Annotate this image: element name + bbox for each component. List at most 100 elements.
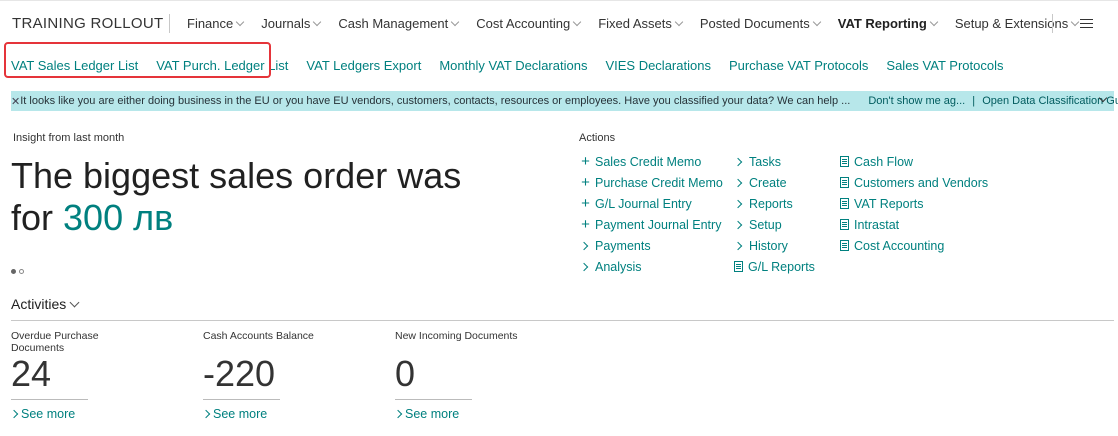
action-payments[interactable]: Payments [579, 235, 723, 256]
action-customers-and-vendors[interactable]: Customers and Vendors [839, 172, 988, 193]
chevron-right-icon [9, 409, 19, 419]
chevron-down-icon [572, 17, 582, 26]
action-cost-accounting[interactable]: Cost Accounting [839, 235, 988, 256]
menu-fixed-assets[interactable]: Fixed Assets [589, 16, 691, 31]
see-more-label: See more [405, 407, 460, 421]
tile-value[interactable]: -220 [203, 354, 275, 394]
see-more-link[interactable]: See more [393, 407, 460, 421]
action-label: G/L Journal Entry [595, 196, 692, 211]
action-gl-reports[interactable]: G/L Reports [733, 256, 815, 277]
see-more-link[interactable]: See more [201, 407, 268, 421]
menu-finance[interactable]: Finance [178, 16, 252, 31]
chevron-right-icon [393, 409, 403, 419]
tile-label: Cash Accounts Balance [203, 330, 314, 342]
plus-icon: + [581, 152, 590, 170]
carousel-dots [11, 269, 24, 274]
action-gl-journal-entry[interactable]: + G/L Journal Entry [579, 193, 723, 214]
chevron-right-icon [733, 178, 743, 187]
chevron-down-icon [929, 17, 939, 26]
menu-setup-extensions[interactable]: Setup & Extensions [946, 16, 1087, 31]
action-label: Create [749, 175, 787, 190]
action-label: Setup [749, 217, 782, 232]
subnav-monthly-vat-declarations[interactable]: Monthly VAT Declarations [430, 58, 596, 73]
actions-title: Actions [579, 132, 616, 144]
tile-underline [11, 399, 88, 400]
action-history[interactable]: History [733, 235, 815, 256]
actions-column-3: Cash Flow Customers and Vendors VAT Repo… [839, 151, 988, 256]
tile-value[interactable]: 24 [11, 354, 51, 394]
menu-label: Journals [261, 16, 311, 31]
action-create[interactable]: Create [733, 172, 815, 193]
activities-header[interactable]: Activities [11, 296, 80, 312]
tile-label: Overdue Purchase Documents [11, 330, 99, 354]
menu-cost-accounting[interactable]: Cost Accounting [467, 16, 589, 31]
chevron-down-icon [1071, 17, 1080, 26]
see-more-link[interactable]: See more [9, 407, 76, 421]
action-label: G/L Reports [748, 259, 815, 274]
carousel-dot-active[interactable] [11, 269, 16, 274]
insight-caption: Insight from last month [13, 132, 125, 144]
document-icon [840, 156, 849, 167]
divider [169, 14, 170, 33]
chevron-right-icon [579, 241, 589, 250]
action-label: Payments [595, 238, 651, 253]
action-label: Purchase Credit Memo [595, 175, 723, 190]
subnav-purchase-vat-protocols[interactable]: Purchase VAT Protocols [720, 58, 877, 73]
insight-line2: for 300 лв [11, 197, 481, 239]
document-icon [840, 219, 849, 230]
action-label: History [749, 238, 788, 253]
dont-show-again-link[interactable]: Don't show me ag... [868, 95, 965, 107]
tile-cash-accounts-balance: Cash Accounts Balance -220 See more [201, 330, 383, 421]
open-data-classification-link[interactable]: Open Data Classification Gu... [982, 95, 1118, 107]
carousel-dot[interactable] [19, 269, 24, 274]
see-more-label: See more [213, 407, 268, 421]
company-name[interactable]: TRAINING ROLLOUT [12, 15, 163, 32]
action-intrastat[interactable]: Intrastat [839, 214, 988, 235]
menu-journals[interactable]: Journals [252, 16, 329, 31]
plus-icon: + [581, 194, 590, 212]
document-icon [840, 198, 849, 209]
action-vat-reports[interactable]: VAT Reports [839, 193, 988, 214]
insight-amount: 300 лв [63, 197, 174, 238]
close-icon[interactable]: ✕ [11, 95, 20, 108]
see-more-label: See more [21, 407, 76, 421]
action-label: Reports [749, 196, 793, 211]
action-label: Cost Accounting [854, 238, 945, 253]
subnav-vies-declarations[interactable]: VIES Declarations [596, 58, 720, 73]
highlight-box [4, 42, 271, 78]
action-payment-journal-entry[interactable]: + Payment Journal Entry [579, 214, 723, 235]
subnav-sales-vat-protocols[interactable]: Sales VAT Protocols [877, 58, 1012, 73]
chevron-right-icon [201, 409, 211, 419]
tile-value[interactable]: 0 [395, 354, 415, 394]
subnav-vat-ledgers-export[interactable]: VAT Ledgers Export [297, 58, 430, 73]
document-icon [734, 261, 743, 272]
tile-label: New Incoming Documents [395, 330, 518, 342]
menu-cash-management[interactable]: Cash Management [329, 16, 467, 31]
action-purchase-credit-memo[interactable]: + Purchase Credit Memo [579, 172, 723, 193]
action-cash-flow[interactable]: Cash Flow [839, 151, 988, 172]
menu-label: Finance [187, 16, 234, 31]
chevron-down-icon [236, 17, 245, 26]
menu-vat-reporting[interactable]: VAT Reporting [829, 16, 946, 31]
action-tasks[interactable]: Tasks [733, 151, 815, 172]
action-setup[interactable]: Setup [733, 214, 815, 235]
document-icon [840, 240, 849, 251]
menu-posted-documents[interactable]: Posted Documents [691, 16, 829, 31]
actions-column-2: Tasks Create Reports Setup History G/L R… [733, 151, 815, 277]
tile-new-incoming-documents: New Incoming Documents 0 See more [393, 330, 575, 421]
banner-divider: | [972, 95, 976, 107]
action-reports[interactable]: Reports [733, 193, 815, 214]
action-label: Analysis [595, 259, 642, 274]
hamburger-icon[interactable] [1080, 19, 1093, 28]
banner-message: It looks like you are either doing busin… [20, 95, 851, 107]
tile-underline [203, 399, 280, 400]
action-label: Customers and Vendors [854, 175, 989, 190]
action-analysis[interactable]: Analysis [579, 256, 723, 277]
action-label: Cash Flow [854, 154, 914, 169]
activities-title: Activities [11, 296, 67, 312]
chevron-down-icon [313, 17, 322, 26]
plus-icon: + [581, 173, 590, 191]
action-sales-credit-memo[interactable]: + Sales Credit Memo [579, 151, 723, 172]
insight-headline[interactable]: The biggest sales order was for 300 лв [11, 155, 481, 239]
document-icon [840, 177, 849, 188]
